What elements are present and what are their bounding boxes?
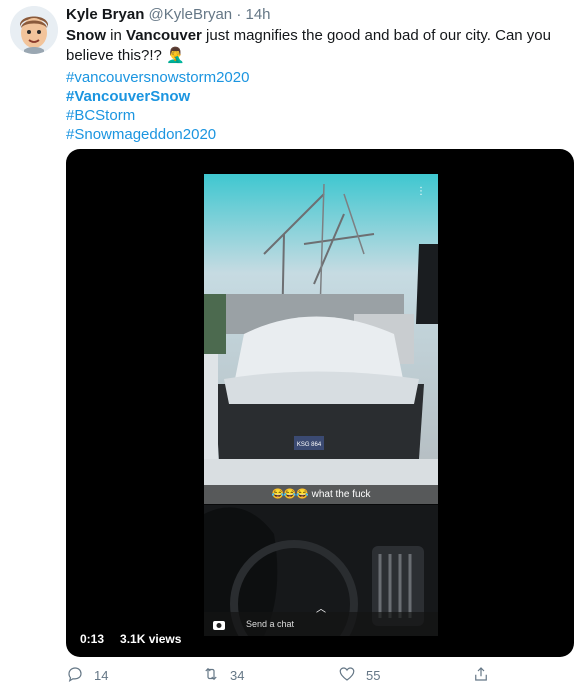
video-frame: KSG 864 ⋮ 😂😂😂 what the fuck Send a chat … <box>204 174 438 636</box>
tweet-header: Kyle Bryan @KyleBryan · 14h <box>66 5 566 25</box>
reply-icon <box>66 665 84 686</box>
license-plate: KSG 864 <box>297 442 322 448</box>
snap-caption: 😂😂😂 what the fuck <box>204 485 438 505</box>
user-handle[interactable]: @KyleBryan <box>149 6 233 23</box>
heart-icon <box>338 665 356 686</box>
video-stats: 0:13 3.1K views <box>74 629 188 649</box>
reply-count: 14 <box>94 668 109 683</box>
video-scene: KSG 864 ⋮ <box>204 174 438 636</box>
send-chat-placeholder: Send a chat <box>246 619 295 629</box>
hashtag-link[interactable]: #Snowmageddon2020 <box>66 125 566 144</box>
share-icon <box>472 665 490 686</box>
caption-emojis: 😂😂😂 <box>271 489 309 500</box>
video-player[interactable]: KSG 864 ⋮ 😂😂😂 what the fuck Send a chat … <box>66 149 574 657</box>
camera-icon <box>212 617 226 631</box>
separator-dot: · <box>236 6 242 23</box>
tweet-actions: 14 34 55 <box>66 665 506 687</box>
retweet-button[interactable]: 34 <box>202 665 244 686</box>
chevron-up-icon: ︿ <box>316 604 326 615</box>
tweet-time[interactable]: 14h <box>245 6 270 23</box>
retweet-count: 34 <box>230 668 245 683</box>
video-duration: 0:13 <box>74 629 111 649</box>
like-button[interactable]: 55 <box>338 665 380 686</box>
snap-chat-bar: Send a chat ︿ <box>204 604 438 636</box>
reply-button[interactable]: 14 <box>66 665 108 686</box>
tweet-body: Kyle Bryan @KyleBryan · 14h Snow in Vanc… <box>66 5 566 144</box>
tweet-text: Snow in Vancouver just magnifies the goo… <box>66 26 566 66</box>
hashtag-link[interactable]: #vancouversnowstorm2020 <box>66 68 566 87</box>
like-count: 55 <box>366 668 381 683</box>
hashtag-list: #vancouversnowstorm2020 #VancouverSnow #… <box>66 68 566 144</box>
avatar[interactable] <box>10 6 58 54</box>
caption-text: what the fuck <box>311 489 371 500</box>
video-views: 3.1K views <box>114 629 188 649</box>
display-name[interactable]: Kyle Bryan <box>66 6 144 23</box>
hashtag-link[interactable]: #BCStorm <box>66 106 566 125</box>
hashtag-link[interactable]: #VancouverSnow <box>66 87 566 106</box>
tweet-text-vancouver: Vancouver <box>126 27 202 44</box>
tweet-text-snow: Snow <box>66 27 106 44</box>
svg-text:⋮: ⋮ <box>416 186 426 197</box>
retweet-icon <box>202 665 220 686</box>
share-button[interactable] <box>472 665 490 686</box>
tweet-text-in: in <box>106 27 127 44</box>
facepalm-emoji: 🤦‍♂️ <box>166 47 185 64</box>
